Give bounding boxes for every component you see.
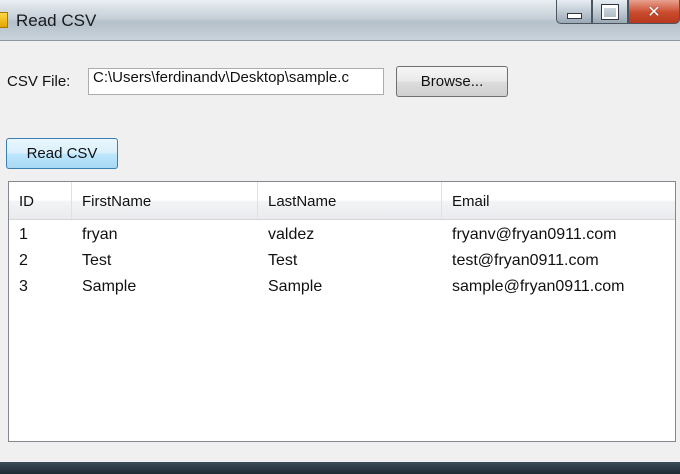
close-icon: ✕ bbox=[647, 3, 661, 21]
cell-lastname: Sample bbox=[268, 278, 323, 295]
maximize-button[interactable] bbox=[592, 0, 628, 24]
taskbar-strip bbox=[0, 462, 680, 474]
minimize-button[interactable] bbox=[556, 0, 592, 24]
column-header-firstname[interactable]: FirstName bbox=[72, 182, 258, 219]
cell-firstname: fryan bbox=[82, 226, 118, 243]
maximize-icon bbox=[601, 3, 619, 20]
column-header-id[interactable]: ID bbox=[9, 182, 72, 219]
cell-email: sample@fryan0911.com bbox=[452, 278, 625, 295]
cell-id: 3 bbox=[19, 278, 28, 295]
close-button[interactable]: ✕ bbox=[628, 0, 680, 24]
read-csv-button[interactable]: Read CSV bbox=[6, 138, 118, 169]
csv-data-grid[interactable]: ID FirstName LastName Email 1 fryan vald… bbox=[8, 181, 676, 442]
cell-firstname: Test bbox=[82, 252, 112, 269]
title-bar[interactable]: Read CSV ✕ bbox=[0, 0, 680, 41]
cell-email: fryanv@fryan0911.com bbox=[452, 226, 617, 243]
column-header-lastname[interactable]: LastName bbox=[258, 182, 442, 219]
grid-header: ID FirstName LastName Email bbox=[9, 182, 675, 220]
window-title: Read CSV bbox=[16, 11, 97, 30]
minimize-icon bbox=[566, 12, 582, 19]
table-row[interactable]: 2 Test Test test@fryan0911.com bbox=[9, 248, 675, 274]
csv-path-input[interactable]: C:\Users\ferdinandv\Desktop\sample.c bbox=[88, 68, 384, 95]
cell-lastname: valdez bbox=[268, 226, 315, 243]
csv-file-label: CSV File: bbox=[7, 73, 71, 90]
read-csv-window: Read CSV ✕ CSV File: C:\Users\ferdinandv… bbox=[0, 0, 680, 462]
app-icon bbox=[0, 12, 8, 28]
cell-id: 2 bbox=[19, 252, 28, 269]
cell-firstname: Sample bbox=[82, 278, 137, 295]
column-header-email[interactable]: Email bbox=[442, 182, 675, 219]
cell-lastname: Test bbox=[268, 252, 298, 269]
table-row[interactable]: 1 fryan valdez fryanv@fryan0911.com bbox=[9, 222, 675, 248]
cell-email: test@fryan0911.com bbox=[452, 252, 599, 269]
cell-id: 1 bbox=[19, 226, 28, 243]
table-row[interactable]: 3 Sample Sample sample@fryan0911.com bbox=[9, 274, 675, 300]
browse-button[interactable]: Browse... bbox=[396, 66, 508, 97]
